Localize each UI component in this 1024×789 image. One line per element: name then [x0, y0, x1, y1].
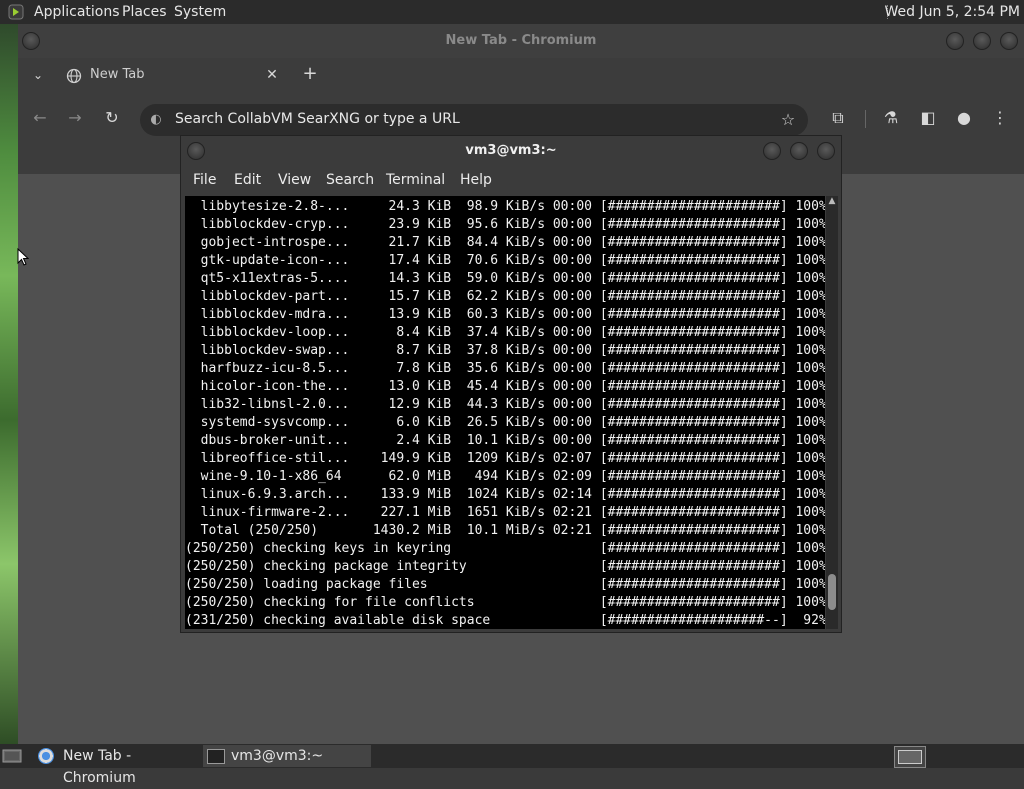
bookmark-star-icon[interactable]: ☆ [778, 110, 798, 130]
back-arrow-icon[interactable]: ← [30, 108, 50, 128]
terminal-menu-edit[interactable]: Edit [234, 172, 261, 188]
maximize-icon[interactable] [973, 32, 991, 50]
terminal-line: lib32-libnsl-2.0... 12.9 KiB 44.3 KiB/s … [185, 397, 825, 412]
terminal-line: qt5-x11extras-5.... 14.3 KiB 59.0 KiB/s … [185, 271, 825, 286]
terminal-line: libbytesize-2.8-... 24.3 KiB 98.9 KiB/s … [185, 199, 825, 214]
top-panel: Applications Places System Wed Jun 5, 2:… [0, 0, 1024, 24]
terminal-icon [207, 749, 225, 764]
terminal-line: systemd-sysvcomp... 6.0 KiB 26.5 KiB/s 0… [185, 415, 825, 430]
terminal-menu-help[interactable]: Help [460, 172, 492, 188]
terminal-line: linux-firmware-2... 227.1 MiB 1651 KiB/s… [185, 505, 825, 520]
menu-places[interactable]: Places [122, 0, 167, 24]
terminal-line: libblockdev-mdra... 13.9 KiB 60.3 KiB/s … [185, 307, 825, 322]
terminal-line: hicolor-icon-the... 13.0 KiB 45.4 KiB/s … [185, 379, 825, 394]
terminal-line: libblockdev-loop... 8.4 KiB 37.4 KiB/s 0… [185, 325, 825, 340]
tab-search-chevron-icon[interactable]: ⌄ [28, 65, 48, 85]
omnibox[interactable]: ◐ Search CollabVM SearXNG or type a URL … [140, 104, 808, 136]
terminal-line: libblockdev-part... 15.7 KiB 62.2 KiB/s … [185, 289, 825, 304]
terminal-line: gobject-introspe... 21.7 KiB 84.4 KiB/s … [185, 235, 825, 250]
terminal-output[interactable]: libbytesize-2.8-... 24.3 KiB 98.9 KiB/s … [185, 196, 825, 629]
terminal-line: (231/250) checking available disk space … [185, 613, 825, 628]
terminal-text: libbytesize-2.8-... 24.3 KiB 98.9 KiB/s … [185, 196, 825, 629]
terminal-minimize-icon[interactable] [763, 142, 781, 160]
scroll-up-arrow-icon[interactable]: ▲ [827, 196, 837, 206]
close-window-icon[interactable] [1000, 32, 1018, 50]
workspace-switcher[interactable] [894, 746, 926, 768]
terminal-line: (250/250) checking keys in keyring [####… [185, 541, 825, 556]
omnibox-placeholder: Search CollabVM SearXNG or type a URL [175, 111, 460, 127]
minimize-icon[interactable] [946, 32, 964, 50]
terminal-line: libblockdev-swap... 8.7 KiB 37.8 KiB/s 0… [185, 343, 825, 358]
terminal-line: (250/250) loading package files [#######… [185, 577, 825, 592]
terminal-menu-file[interactable]: File [193, 172, 216, 188]
new-tab-plus-icon[interactable]: + [300, 64, 320, 84]
terminal-line: Total (250/250) 1430.2 MiB 10.1 MiB/s 02… [185, 523, 825, 538]
browser-window-title: New Tab - Chromium [445, 33, 597, 48]
mouse-cursor-icon [17, 248, 29, 266]
terminal-menubar: File Edit View Search Terminal Help [181, 168, 841, 194]
desktop-wallpaper [0, 24, 18, 744]
terminal-close-icon[interactable] [817, 142, 835, 160]
close-tab-icon[interactable]: ✕ [262, 65, 282, 85]
terminal-window: vm3@vm3:~ File Edit View Search Terminal… [181, 136, 841, 632]
terminal-menu-terminal[interactable]: Terminal [386, 172, 445, 188]
menu-system[interactable]: System [174, 0, 226, 24]
show-desktop-icon[interactable] [2, 748, 22, 764]
terminal-line: libblockdev-cryp... 23.9 KiB 95.6 KiB/s … [185, 217, 825, 232]
site-info-icon[interactable]: ◐ [146, 110, 166, 130]
terminal-line: dbus-broker-unit... 2.4 KiB 10.1 KiB/s 0… [185, 433, 825, 448]
bottom-panel: New Tab - Chromium vm3@vm3:~ [0, 744, 1024, 786]
reload-icon[interactable]: ↻ [102, 108, 122, 128]
terminal-line: (250/250) checking package integrity [##… [185, 559, 825, 574]
terminal-menu-search[interactable]: Search [326, 172, 374, 188]
applications-logo-icon[interactable] [8, 4, 24, 20]
clock[interactable]: Wed Jun 5, 2:54 PM [884, 0, 1020, 24]
forward-arrow-icon[interactable]: → [65, 108, 85, 128]
extensions-puzzle-icon[interactable]: ⧉ [828, 108, 848, 128]
terminal-menu-view[interactable]: View [278, 172, 311, 188]
globe-icon [66, 68, 82, 84]
profile-avatar-icon[interactable]: ● [954, 108, 974, 128]
taskbar-item-terminal[interactable]: vm3@vm3:~ [203, 745, 371, 767]
terminal-window-menu-icon[interactable] [187, 142, 205, 160]
terminal-line: wine-9.10-1-x86_64 62.0 MiB 494 KiB/s 02… [185, 469, 825, 484]
terminal-title: vm3@vm3:~ [465, 143, 557, 158]
menu-kebab-icon[interactable]: ⋮ [990, 108, 1010, 128]
workspace-1-icon[interactable] [898, 750, 922, 764]
window-menu-icon[interactable] [22, 32, 40, 50]
labs-flask-icon[interactable]: ⚗ [881, 108, 901, 128]
toolbar-separator [865, 110, 866, 128]
taskbar-item-chromium[interactable]: New Tab - Chromium [34, 745, 200, 786]
scrollbar-thumb[interactable] [828, 574, 836, 610]
menu-applications[interactable]: Applications [34, 0, 120, 24]
terminal-line: linux-6.9.3.arch... 133.9 MiB 1024 KiB/s… [185, 487, 825, 502]
tab-strip: ⌄ New Tab ✕ + [18, 58, 1024, 92]
terminal-title-bar[interactable]: vm3@vm3:~ [181, 136, 841, 166]
terminal-line: (250/250) checking for file conflicts [#… [185, 595, 825, 610]
terminal-scrollbar[interactable]: ▲ [826, 196, 838, 629]
terminal-line: libreoffice-stil... 149.9 KiB 1209 KiB/s… [185, 451, 825, 466]
browser-title-bar[interactable]: New Tab - Chromium [18, 24, 1024, 58]
terminal-maximize-icon[interactable] [790, 142, 808, 160]
taskbar-label-terminal: vm3@vm3:~ [231, 748, 324, 764]
tab-new-tab[interactable]: New Tab ✕ [54, 60, 294, 92]
terminal-line: gtk-update-icon-... 17.4 KiB 70.6 KiB/s … [185, 253, 825, 268]
side-panel-icon[interactable]: ◧ [918, 108, 938, 128]
tab-label: New Tab [90, 67, 145, 82]
taskbar-label-chromium: New Tab - Chromium [63, 748, 136, 786]
terminal-line: harfbuzz-icu-8.5... 7.8 KiB 35.6 KiB/s 0… [185, 361, 825, 376]
chromium-icon [38, 748, 54, 764]
